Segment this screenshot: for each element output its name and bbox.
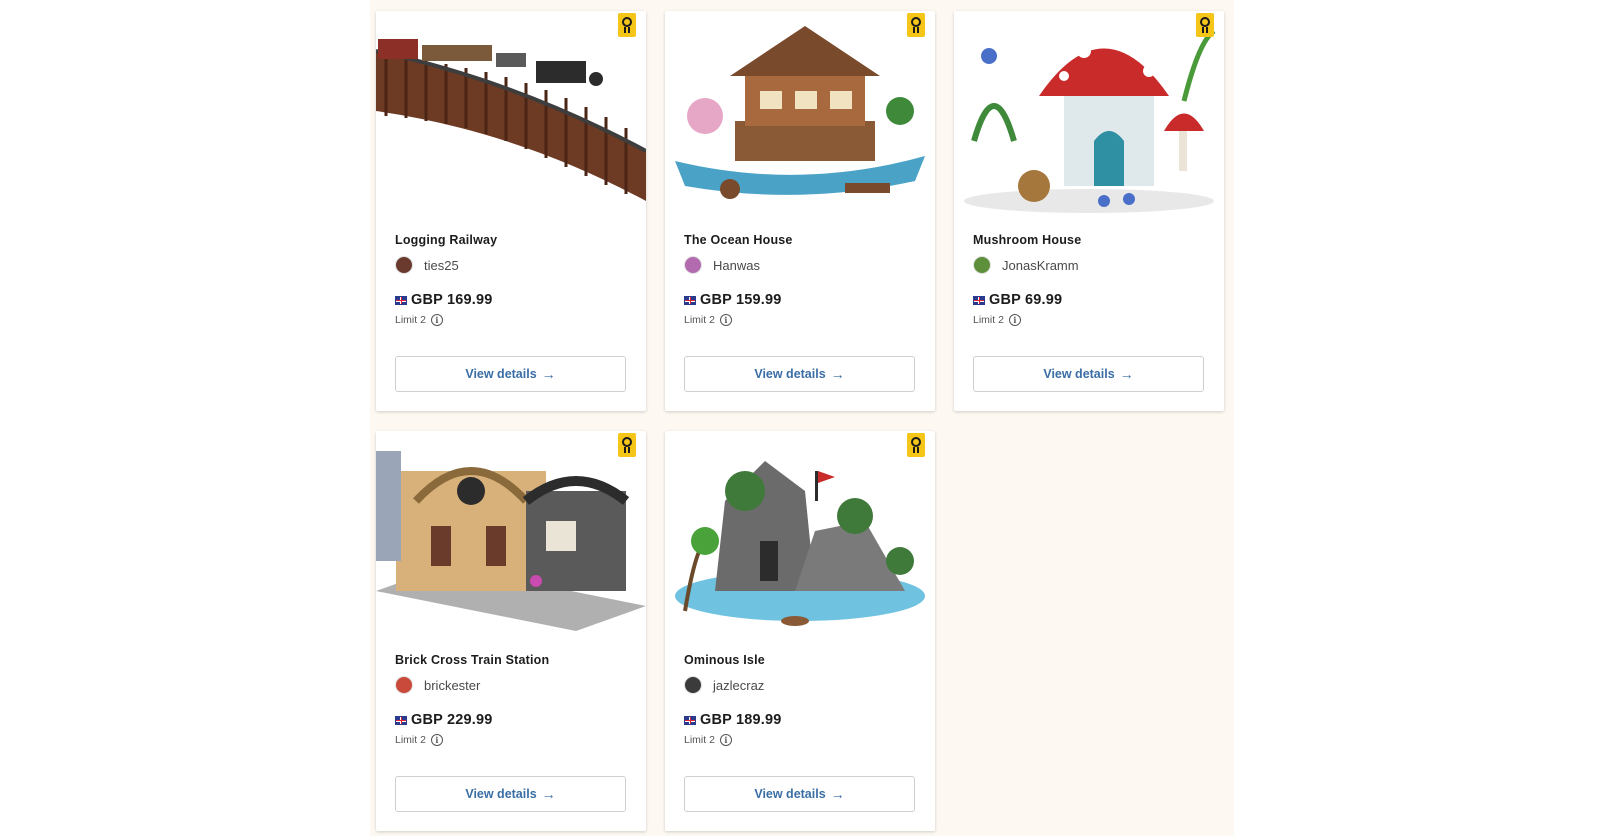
limit-row: Limit 2 i <box>973 314 1205 326</box>
product-title[interactable]: Mushroom House <box>973 233 1205 247</box>
view-details-button[interactable]: View details → <box>395 356 626 392</box>
ideas-badge-icon <box>907 13 925 37</box>
product-price: GBP 159.99 <box>700 292 782 308</box>
arrow-right-icon: → <box>1119 366 1134 382</box>
view-details-button[interactable]: View details → <box>684 356 915 392</box>
product-title[interactable]: The Ocean House <box>684 233 916 247</box>
product-title[interactable]: Brick Cross Train Station <box>395 653 627 667</box>
view-details-button[interactable]: View details → <box>973 356 1204 392</box>
ideas-badge-icon <box>1196 13 1214 37</box>
creator-name[interactable]: Hanwas <box>713 258 760 273</box>
arrow-right-icon: → <box>830 366 845 382</box>
price-row: GBP 189.99 <box>684 712 916 728</box>
mushroom-house-image[interactable] <box>954 11 1224 219</box>
view-details-label: View details <box>754 787 826 801</box>
ideas-badge-icon <box>907 433 925 457</box>
arrow-right-icon: → <box>541 786 556 802</box>
uk-flag-icon <box>973 295 985 305</box>
product-price: GBP 69.99 <box>989 292 1063 308</box>
arrow-right-icon: → <box>830 786 845 802</box>
info-icon[interactable]: i <box>1008 314 1021 326</box>
product-price: GBP 189.99 <box>700 712 782 728</box>
arrow-right-icon: → <box>541 366 556 382</box>
product-price: GBP 169.99 <box>411 292 493 308</box>
purchase-limit: Limit 2 <box>395 314 426 326</box>
info-icon[interactable]: i <box>719 734 732 746</box>
train-station-image[interactable] <box>376 431 646 639</box>
uk-flag-icon <box>684 715 696 725</box>
limit-row: Limit 2 i <box>684 314 916 326</box>
purchase-limit: Limit 2 <box>684 314 715 326</box>
creator-name[interactable]: JonasKramm <box>1002 258 1079 273</box>
ideas-badge-icon <box>618 13 636 37</box>
info-icon[interactable]: i <box>430 314 443 326</box>
view-details-label: View details <box>465 787 537 801</box>
uk-flag-icon <box>395 715 407 725</box>
view-details-label: View details <box>1043 367 1115 381</box>
ominous-isle-image[interactable] <box>665 431 935 639</box>
creator-name[interactable]: ties25 <box>424 258 459 273</box>
ocean-house-image[interactable] <box>665 11 935 219</box>
product-card[interactable]: Brick Cross Train Station brickester GBP… <box>376 431 646 831</box>
creator-info[interactable]: JonasKramm <box>973 255 1205 275</box>
ideas-badge-icon <box>618 433 636 457</box>
creator-info[interactable]: brickester <box>395 675 627 695</box>
purchase-limit: Limit 2 <box>973 314 1004 326</box>
limit-row: Limit 2 i <box>395 734 627 746</box>
logging-railway-image[interactable] <box>376 11 646 219</box>
creator-name[interactable]: jazlecraz <box>713 678 764 693</box>
purchase-limit: Limit 2 <box>684 734 715 746</box>
product-card[interactable]: The Ocean House Hanwas GBP 159.99 Limit … <box>665 11 935 411</box>
price-row: GBP 229.99 <box>395 712 627 728</box>
info-icon[interactable]: i <box>719 314 732 326</box>
uk-flag-icon <box>684 295 696 305</box>
product-title[interactable]: Ominous Isle <box>684 653 916 667</box>
price-row: GBP 169.99 <box>395 292 627 308</box>
view-details-label: View details <box>754 367 826 381</box>
product-listing-panel: Logging Railway ties25 GBP 169.99 Limit … <box>370 0 1234 836</box>
product-card[interactable]: Mushroom House JonasKramm GBP 69.99 Limi… <box>954 11 1224 411</box>
creator-avatar <box>395 676 413 694</box>
creator-avatar <box>684 256 702 274</box>
view-details-button[interactable]: View details → <box>684 776 915 812</box>
view-details-label: View details <box>465 367 537 381</box>
product-card[interactable]: Ominous Isle jazlecraz GBP 189.99 Limit … <box>665 431 935 831</box>
product-grid: Logging Railway ties25 GBP 169.99 Limit … <box>376 11 1224 831</box>
product-card[interactable]: Logging Railway ties25 GBP 169.99 Limit … <box>376 11 646 411</box>
limit-row: Limit 2 i <box>395 314 627 326</box>
purchase-limit: Limit 2 <box>395 734 426 746</box>
uk-flag-icon <box>395 295 407 305</box>
creator-info[interactable]: jazlecraz <box>684 675 916 695</box>
product-price: GBP 229.99 <box>411 712 493 728</box>
creator-avatar <box>684 676 702 694</box>
creator-info[interactable]: Hanwas <box>684 255 916 275</box>
price-row: GBP 69.99 <box>973 292 1205 308</box>
creator-avatar <box>395 256 413 274</box>
price-row: GBP 159.99 <box>684 292 916 308</box>
info-icon[interactable]: i <box>430 734 443 746</box>
limit-row: Limit 2 i <box>684 734 916 746</box>
product-title[interactable]: Logging Railway <box>395 233 627 247</box>
creator-avatar <box>973 256 991 274</box>
creator-name[interactable]: brickester <box>424 678 480 693</box>
creator-info[interactable]: ties25 <box>395 255 627 275</box>
view-details-button[interactable]: View details → <box>395 776 626 812</box>
